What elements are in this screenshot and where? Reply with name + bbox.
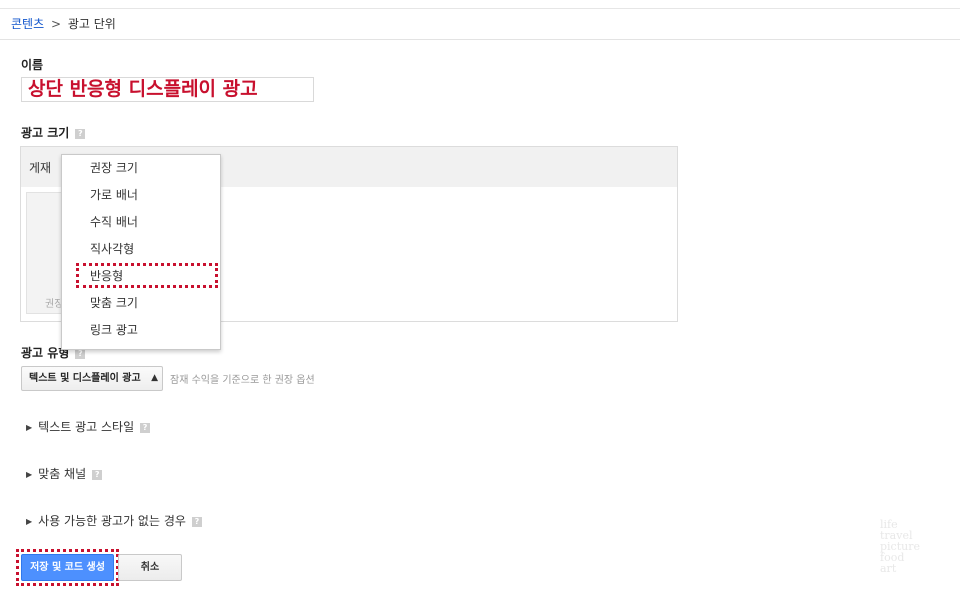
backup-ads-toggle[interactable]: ▶ 사용 가능한 광고가 없는 경우?	[26, 512, 202, 529]
breadcrumb: 콘텐츠 > 광고 단위	[11, 15, 116, 32]
caret-right-icon: ▶	[26, 517, 33, 526]
breadcrumb-content-link[interactable]: 콘텐츠	[11, 17, 44, 31]
help-icon[interactable]: ?	[140, 422, 151, 433]
ad-size-label: 광고 크기	[21, 126, 70, 140]
select-arrows-icon: ▲▼	[151, 373, 158, 383]
help-icon[interactable]: ?	[75, 348, 86, 359]
name-label: 이름	[21, 58, 44, 72]
backup-ads-label: 사용 가능한 광고가 없는 경우	[38, 514, 186, 528]
dropdown-item-custom-size[interactable]: 맞춤 크기	[62, 290, 220, 316]
caret-right-icon: ▶	[26, 470, 33, 479]
watermark-logo: life travel picture food art	[880, 518, 920, 575]
breadcrumb-current: 광고 단위	[67, 17, 116, 31]
dropdown-item-vertical-banner[interactable]: 수직 배너	[62, 209, 220, 235]
header-divider	[0, 39, 960, 40]
dropdown-item-recommended[interactable]: 권장 크기	[62, 155, 220, 181]
cancel-button[interactable]: 취소	[118, 554, 182, 581]
ad-size-label-row: 광고 크기?	[21, 124, 86, 141]
ad-type-select[interactable]: 텍스트 및 디스플레이 광고 ▲▼	[21, 366, 163, 391]
save-and-get-code-button[interactable]: 저장 및 코드 생성	[21, 554, 114, 581]
text-ad-style-label: 텍스트 광고 스타일	[38, 420, 135, 434]
dropdown-item-responsive[interactable]: 반응형	[62, 263, 220, 289]
text-ad-style-toggle[interactable]: ▶ 텍스트 광고 스타일?	[26, 418, 151, 435]
dropdown-item-rectangle[interactable]: 직사각형	[62, 236, 220, 262]
ad-size-dropdown-menu: 권장 크기 가로 배너 수직 배너 직사각형 반응형 맞춤 크기 링크 광고	[61, 154, 221, 350]
caret-right-icon: ▶	[26, 423, 33, 432]
ad-type-hint: 잠재 수익을 기준으로 한 권장 옵션	[170, 375, 315, 386]
dropdown-item-link-ad[interactable]: 링크 광고	[62, 317, 220, 343]
custom-channel-toggle[interactable]: ▶ 맞춤 채널?	[26, 465, 103, 482]
ad-type-selected-value: 텍스트 및 디스플레이 광고	[29, 373, 141, 384]
placement-label: 게재	[29, 161, 52, 175]
breadcrumb-separator: >	[50, 17, 62, 31]
help-icon[interactable]: ?	[75, 128, 86, 139]
ad-unit-name-input[interactable]: 상단 반응형 디스플레이 광고	[21, 77, 314, 102]
custom-channel-label: 맞춤 채널	[38, 467, 87, 481]
help-icon[interactable]: ?	[191, 516, 202, 527]
help-icon[interactable]: ?	[92, 469, 103, 480]
top-divider	[0, 8, 960, 9]
dropdown-item-horizontal-banner[interactable]: 가로 배너	[62, 182, 220, 208]
